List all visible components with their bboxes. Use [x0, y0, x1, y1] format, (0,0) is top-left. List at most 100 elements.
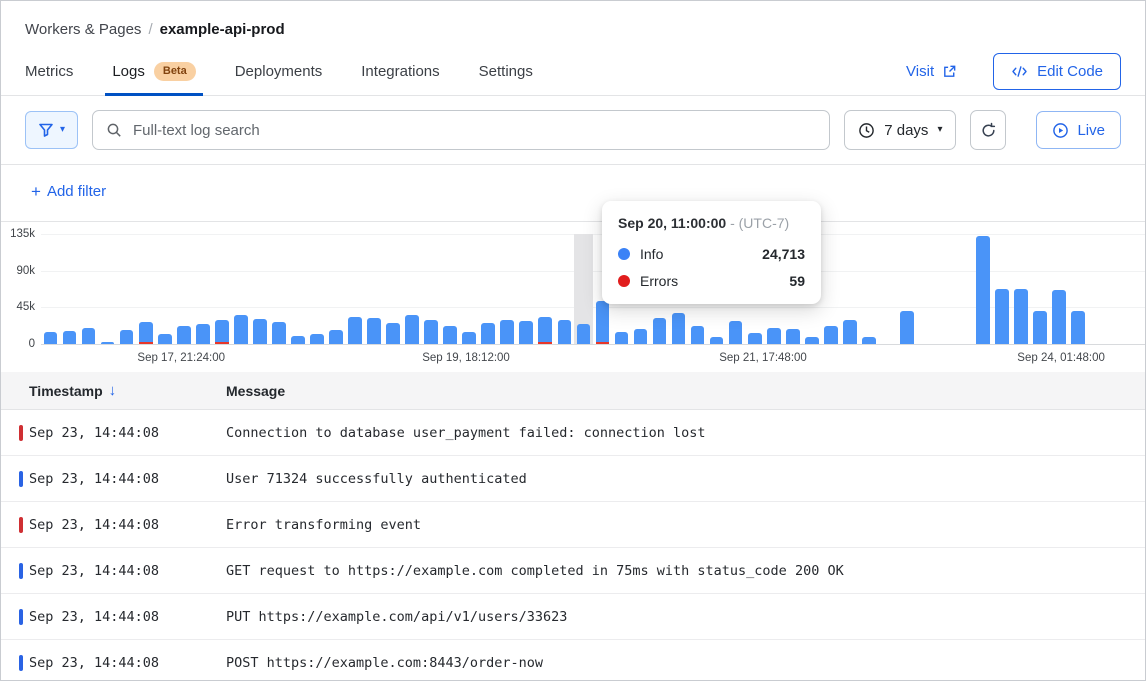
bar-info-segment: [824, 326, 838, 344]
edit-code-label: Edit Code: [1037, 63, 1103, 80]
bar-info-segment: [462, 332, 476, 344]
chart-bar-slot[interactable]: [1088, 234, 1107, 344]
search-input[interactable]: [131, 121, 816, 140]
chart-bar-slot[interactable]: [60, 234, 79, 344]
chart-bar-slot[interactable]: [98, 234, 117, 344]
chart-bar-slot[interactable]: [878, 234, 897, 344]
chart-bar-slot[interactable]: [231, 234, 250, 344]
chart-bar-slot[interactable]: [250, 234, 269, 344]
chart-bar-slot[interactable]: [326, 234, 345, 344]
sort-desc-icon[interactable]: ↓: [109, 382, 117, 399]
visit-link[interactable]: Visit: [900, 62, 963, 81]
chart-bar-slot[interactable]: [41, 234, 60, 344]
chart-bar-slot[interactable]: [821, 234, 840, 344]
chart-bar-slot[interactable]: [269, 234, 288, 344]
chart-bar-slot[interactable]: [212, 234, 231, 344]
chart-bar-slot[interactable]: [1050, 234, 1069, 344]
chart-bar-slot[interactable]: [365, 234, 384, 344]
info-severity-indicator: [19, 563, 23, 579]
chart-bar-slot[interactable]: [193, 234, 212, 344]
log-message: Error transforming event: [226, 517, 1145, 533]
bar-info-segment: [748, 333, 762, 344]
log-row[interactable]: Sep 23, 14:44:08PUT https://example.com/…: [1, 594, 1145, 640]
filter-dropdown-button[interactable]: ▾: [25, 111, 78, 149]
chart-bar-slot[interactable]: [897, 234, 916, 344]
refresh-icon: [980, 122, 997, 139]
chart-bar-slot[interactable]: [136, 234, 155, 344]
edit-code-button[interactable]: Edit Code: [993, 53, 1121, 90]
column-header-timestamp[interactable]: Timestamp ↓: [1, 382, 226, 399]
bar-info-segment: [101, 342, 115, 344]
bar-info-segment: [405, 315, 419, 344]
chart-bar-slot[interactable]: [993, 234, 1012, 344]
chart-bar-slot[interactable]: [935, 234, 954, 344]
y-tick-label: 0: [29, 338, 35, 350]
info-severity-indicator: [19, 609, 23, 625]
log-row[interactable]: Sep 23, 14:44:08POST https://example.com…: [1, 640, 1145, 681]
bar-info-segment: [348, 317, 362, 344]
log-message: PUT https://example.com/api/v1/users/336…: [226, 609, 1145, 625]
search-box[interactable]: [92, 110, 830, 150]
workers-logs-page: Workers & Pages / example-api-prod Metri…: [0, 0, 1146, 681]
chart-bar-slot[interactable]: [307, 234, 326, 344]
chart-bar-slot[interactable]: [1069, 234, 1088, 344]
tab-logs[interactable]: LogsBeta: [112, 48, 195, 95]
bar-info-segment: [519, 321, 533, 344]
caret-down-icon: ▾: [60, 125, 65, 135]
chart-plot-area[interactable]: Sep 17, 21:24:00Sep 19, 18:12:00Sep 21, …: [41, 234, 1145, 345]
info-severity-indicator: [19, 655, 23, 671]
chart-bar-slot[interactable]: [859, 234, 878, 344]
chart-bar-slot[interactable]: [1012, 234, 1031, 344]
tab-actions: Visit Edit Code: [900, 48, 1121, 95]
chart-bar-slot[interactable]: [117, 234, 136, 344]
visit-label: Visit: [906, 63, 934, 80]
chart-bar-slot[interactable]: [517, 234, 536, 344]
x-tick-label: Sep 19, 18:12:00: [422, 352, 510, 364]
chart-bar-slot[interactable]: [346, 234, 365, 344]
chart-bar-slot[interactable]: [479, 234, 498, 344]
table-body: Sep 23, 14:44:08Connection to database u…: [1, 410, 1145, 681]
chart-bar-slot[interactable]: [1126, 234, 1145, 344]
log-row[interactable]: Sep 23, 14:44:08GET request to https://e…: [1, 548, 1145, 594]
refresh-button[interactable]: [970, 110, 1006, 150]
chart-bar-slot[interactable]: [422, 234, 441, 344]
chart-bar-slot[interactable]: [955, 234, 974, 344]
bar-info-segment: [481, 323, 495, 344]
column-header-message[interactable]: Message: [226, 383, 1145, 399]
bar-errors-segment: [538, 342, 552, 344]
log-row[interactable]: Sep 23, 14:44:08Error transforming event: [1, 502, 1145, 548]
chart-bar-slot[interactable]: [174, 234, 193, 344]
chart-bar-slot[interactable]: [840, 234, 859, 344]
tooltip-series-value: 24,713: [762, 246, 805, 262]
tooltip-series-row: Errors59: [618, 273, 805, 289]
chart-bar-highlighted[interactable]: [574, 234, 593, 344]
chart-bar-slot[interactable]: [1107, 234, 1126, 344]
tab-metrics[interactable]: Metrics: [25, 48, 73, 95]
log-row[interactable]: Sep 23, 14:44:08User 71324 successfully …: [1, 456, 1145, 502]
bar-info-segment: [310, 334, 324, 344]
time-range-dropdown[interactable]: 7 days ▾: [844, 110, 956, 150]
add-filter-button[interactable]: + Add filter: [25, 182, 112, 201]
chart-bar-slot[interactable]: [79, 234, 98, 344]
chart-bar-slot[interactable]: [384, 234, 403, 344]
x-tick-label: Sep 24, 01:48:00: [1017, 352, 1105, 364]
chart-bar-slot[interactable]: [1031, 234, 1050, 344]
chart-bar-slot[interactable]: [916, 234, 935, 344]
chart-bar-slot[interactable]: [403, 234, 422, 344]
clock-icon: [858, 122, 875, 139]
breadcrumb-section[interactable]: Workers & Pages: [25, 21, 141, 38]
tab-integrations[interactable]: Integrations: [361, 48, 439, 95]
live-button[interactable]: Live: [1036, 111, 1121, 149]
chart-bar-slot[interactable]: [498, 234, 517, 344]
chart-bar-slot[interactable]: [460, 234, 479, 344]
chart-bar-slot[interactable]: [555, 234, 574, 344]
tab-deployments[interactable]: Deployments: [235, 48, 323, 95]
tab-settings[interactable]: Settings: [479, 48, 533, 95]
chart-bar-slot[interactable]: [536, 234, 555, 344]
log-message: POST https://example.com:8443/order-now: [226, 655, 1145, 671]
chart-bar-slot[interactable]: [974, 234, 993, 344]
chart-bar-slot[interactable]: [441, 234, 460, 344]
chart-bar-slot[interactable]: [155, 234, 174, 344]
chart-bar-slot[interactable]: [288, 234, 307, 344]
log-row[interactable]: Sep 23, 14:44:08Connection to database u…: [1, 410, 1145, 456]
